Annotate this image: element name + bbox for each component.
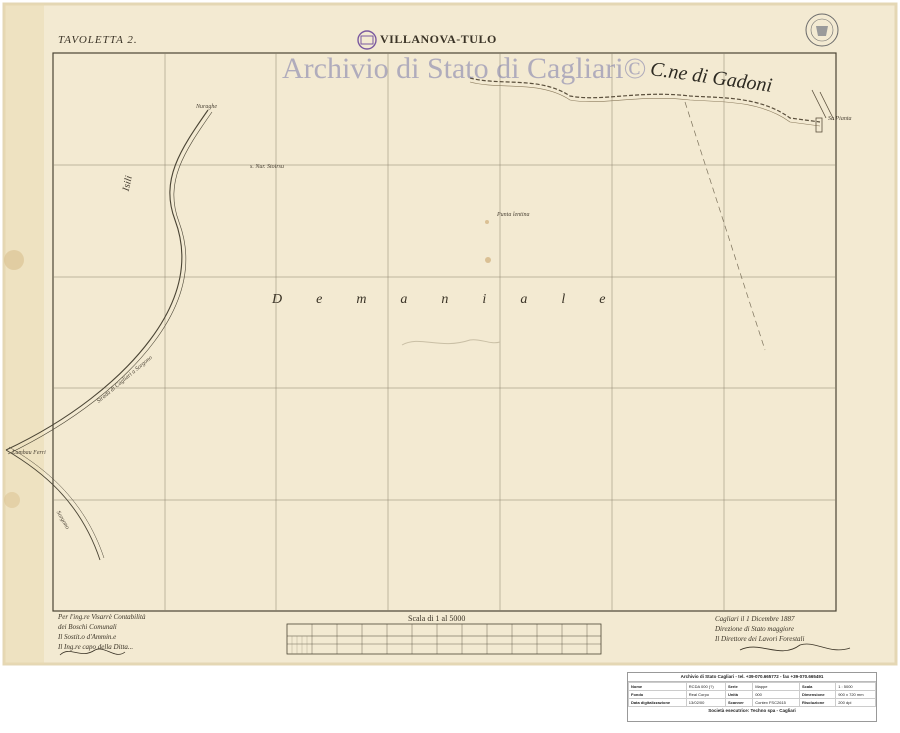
label-nuraghe-top: Nuraghe (196, 104, 217, 110)
scale-label: Scala di 1 al 5000 (408, 614, 466, 623)
archive-info-panel: Archivio di Stato Cagliari - tel. +39-07… (627, 672, 877, 722)
executor-label: Società esecutrice: Techno spa - Cagliar… (708, 708, 796, 713)
label-nuraghe-stoirsu: s. Nur. Stoirsu (250, 164, 285, 170)
note-left-line: Il Sostit.o d'Ammin.e (58, 633, 117, 641)
table-cell: Risoluzione (798, 698, 837, 707)
table-cell: Real Corpo (685, 690, 726, 699)
table-row: Nome RCDA 000 (?) Serie Mappe Scala 1 : … (628, 682, 876, 691)
table-cell: 900 x 720 mm (835, 690, 876, 699)
label-lumbau-ferri: Lumbau Ferri (12, 450, 46, 456)
archive-contact: Archivio di Stato Cagliari - tel. +39-07… (628, 673, 876, 682)
paper-background (4, 4, 896, 664)
table-cell: RCDA 000 (?) (685, 682, 726, 691)
label-sa-pianta: Sa Pianta (828, 116, 852, 122)
table-cell: 000 (752, 690, 800, 699)
table-row: Fondo Real Corpo Unità 000 Dimensione 90… (628, 690, 876, 699)
note-left: Per l'ing.re Visarrè Contabilità dei Bos… (58, 612, 145, 652)
table-cell: 200 dpi (835, 698, 876, 707)
tavoletta-label: TAVOLETTA 2. (58, 34, 138, 46)
table-cell: 13/02/00 (685, 698, 726, 707)
table-cell: 1 : 5000 (835, 682, 876, 691)
note-right-line: Direzione di Stato maggiore (715, 625, 795, 633)
table-cell: Nome (628, 682, 687, 691)
note-right-line: Il Direttore dei Lavori Forestali (715, 635, 805, 643)
table-cell: Unità (724, 690, 754, 699)
table-cell: Scanner (724, 698, 754, 707)
table-cell: Contex FSC2615 (752, 698, 800, 707)
label-punta-lentina: Punta lentina (497, 212, 530, 218)
table-cell: Fondo (628, 690, 687, 699)
table-cell: Data digitalizzazione (628, 698, 687, 707)
table-row: Data digitalizzazione 13/02/00 Scanner C… (628, 698, 876, 707)
table-cell: Serie (724, 682, 754, 691)
note-right-line: Cagliari il 1 Dicembre 1887 (715, 615, 795, 623)
map-sheet: TAVOLETTA 2. VILLANOVA-TULO Archivio di … (0, 0, 900, 728)
note-left-line: Per l'ing.re Visarrè Contabilità (58, 613, 146, 621)
table-cell: Dimensione (798, 690, 837, 699)
table-cell: Scala (798, 682, 837, 691)
table-cell: Mappe (752, 682, 800, 691)
note-left-line: dei Boschi Comunali (58, 623, 117, 631)
note-right: Cagliari il 1 Dicembre 1887 Direzione di… (715, 614, 804, 644)
archive-watermark: Archivio di Stato di Cagliari© (282, 52, 647, 85)
note-left-line: Il Ing.re capo della Ditta... (58, 643, 134, 651)
sheet-title: VILLANOVA-TULO (380, 32, 497, 46)
archive-seal-icon (805, 13, 839, 47)
region-label-demaniale: Demaniale (272, 292, 640, 307)
archive-info-table: Nome RCDA 000 (?) Serie Mappe Scala 1 : … (628, 682, 876, 707)
